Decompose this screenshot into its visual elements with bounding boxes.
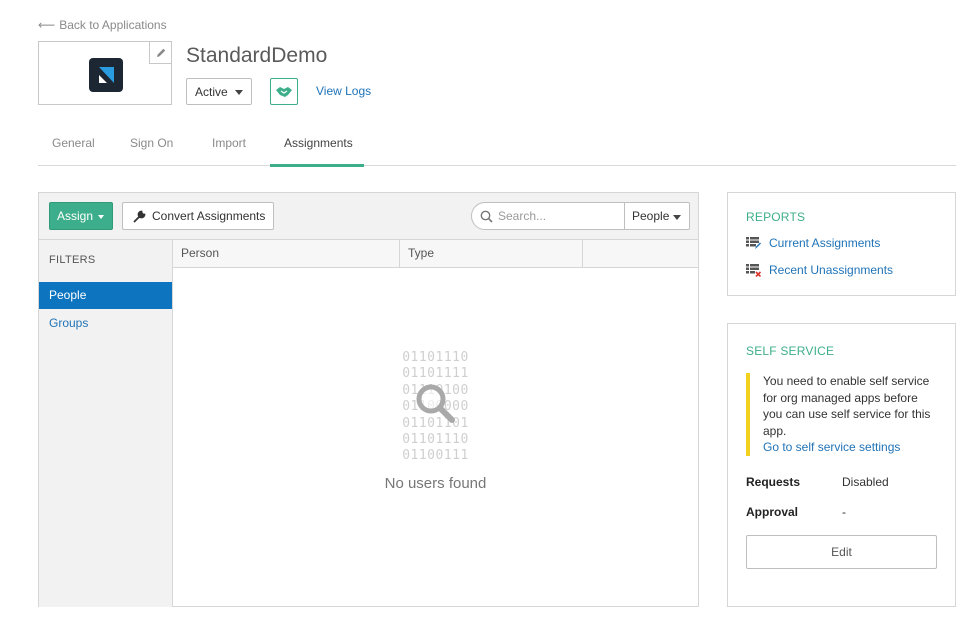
filters-sidebar: FILTERS People Groups	[39, 240, 173, 607]
approval-value: -	[842, 505, 846, 519]
convert-assignments-label: Convert Assignments	[152, 209, 266, 223]
column-header-actions	[583, 240, 698, 268]
app-logo-icon	[89, 58, 123, 92]
assignments-toolbar: Assign Convert Assignments People	[39, 193, 698, 240]
left-arrow-icon: ⟵	[38, 18, 56, 32]
edit-self-service-button[interactable]: Edit	[746, 535, 937, 569]
recent-unassignments-label: Recent Unassignments	[769, 263, 894, 277]
provisioning-button[interactable]	[270, 78, 298, 105]
approval-row: Approval -	[746, 505, 846, 519]
search-icon	[480, 210, 493, 223]
search-scope-dropdown[interactable]: People	[624, 202, 690, 230]
empty-message: No users found	[384, 474, 487, 492]
magnifier-icon	[416, 384, 455, 423]
search-field[interactable]	[471, 202, 625, 230]
binary-line: 01100111	[402, 448, 469, 464]
assignments-table: Person Type 01101110 01101111 01110100 0…	[173, 240, 698, 607]
report-remove-icon	[746, 263, 761, 277]
edit-logo-button[interactable]	[149, 42, 171, 64]
requests-row: Requests Disabled	[746, 475, 889, 489]
current-assignments-link[interactable]: Current Assignments	[746, 236, 880, 250]
wrench-icon	[133, 210, 146, 222]
reports-title: REPORTS	[746, 210, 806, 224]
assign-button-label: Assign	[57, 209, 94, 223]
pencil-icon	[156, 48, 165, 57]
tab-assignments[interactable]: Assignments	[270, 128, 364, 167]
app-status-dropdown[interactable]: Active	[186, 78, 252, 105]
recent-unassignments-link[interactable]: Recent Unassignments	[746, 263, 893, 277]
back-to-applications-link[interactable]: ⟵ Back to Applications	[38, 18, 167, 32]
filters-title: FILTERS	[49, 254, 96, 266]
assignments-panel: Assign Convert Assignments People FILTER…	[38, 192, 699, 607]
chevron-down-icon	[673, 215, 681, 220]
empty-state: 01101110 01101111 01110100 01100000 0110…	[173, 350, 698, 492]
binary-line: 01101110	[402, 350, 469, 365]
app-status-value: Active	[195, 84, 228, 99]
requests-value: Disabled	[842, 475, 889, 489]
self-service-title: SELF SERVICE	[746, 344, 835, 358]
filter-item-groups[interactable]: Groups	[39, 310, 172, 337]
back-link-label: Back to Applications	[59, 18, 167, 32]
self-service-panel: SELF SERVICE You need to enable self ser…	[727, 323, 956, 607]
self-service-notice: You need to enable self service for org …	[746, 373, 936, 456]
handshake-icon	[276, 86, 292, 97]
chevron-down-icon	[235, 90, 243, 95]
self-service-settings-link[interactable]: Go to self service settings	[763, 439, 936, 456]
tab-general[interactable]: General	[38, 128, 108, 166]
reports-panel: REPORTS Current Assignments Recent Unass…	[727, 192, 956, 296]
notice-text: You need to enable self service for org …	[763, 374, 931, 438]
view-logs-link[interactable]: View Logs	[316, 84, 371, 98]
table-header: Person Type	[173, 240, 698, 268]
search-input[interactable]	[498, 209, 618, 223]
current-assignments-label: Current Assignments	[769, 236, 881, 250]
report-grid-icon	[746, 236, 761, 249]
requests-label: Requests	[746, 475, 801, 489]
filter-item-people[interactable]: People	[39, 282, 172, 309]
column-header-person[interactable]: Person	[173, 240, 400, 268]
caret-down-icon	[98, 215, 104, 219]
assign-button[interactable]: Assign	[49, 202, 113, 230]
tab-import[interactable]: Import	[198, 128, 270, 166]
app-title: StandardDemo	[186, 44, 328, 67]
column-header-type[interactable]: Type	[400, 240, 583, 268]
app-tabs: General Sign On Import Assignments	[38, 128, 956, 167]
binary-line: 01101111	[402, 366, 469, 382]
approval-label: Approval	[746, 505, 799, 519]
search-scope-value: People	[632, 209, 670, 223]
app-logo-container	[38, 41, 172, 105]
tab-sign-on[interactable]: Sign On	[116, 128, 194, 166]
convert-assignments-button[interactable]: Convert Assignments	[122, 202, 274, 230]
binary-line: 01101110	[402, 432, 469, 448]
